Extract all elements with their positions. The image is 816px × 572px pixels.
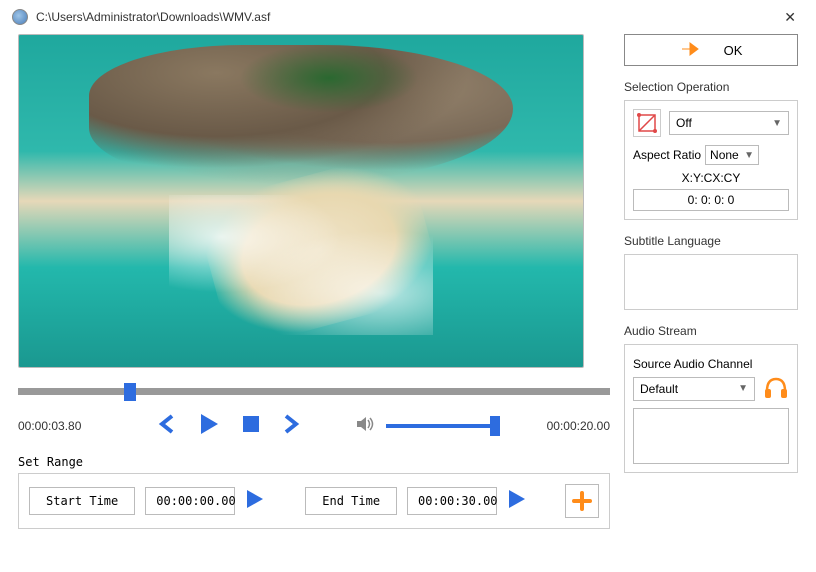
arrow-right-icon [680,41,700,60]
selection-mode-value: Off [676,116,692,130]
chevron-down-icon: ▼ [744,150,754,161]
aspect-ratio-label: Aspect Ratio [633,148,701,162]
audio-channel-value: Default [640,382,678,396]
audio-channel-dropdown[interactable]: Default ▼ [633,377,755,401]
volume-slider[interactable] [386,424,496,428]
prev-frame-button[interactable] [158,412,176,439]
start-play-button[interactable] [245,488,265,515]
add-range-button[interactable] [565,484,599,518]
end-play-button[interactable] [507,488,527,515]
crop-icon[interactable] [633,109,661,137]
audio-stream-list[interactable] [633,408,789,464]
end-time-button[interactable]: End Time [305,487,397,515]
subtitle-list[interactable] [624,254,798,310]
xy-field[interactable]: 0: 0: 0: 0 [633,189,789,211]
chevron-down-icon: ▼ [738,383,748,394]
aspect-ratio-value: None [710,148,739,162]
ok-button[interactable]: OK [624,34,798,66]
stop-button[interactable] [242,415,260,436]
start-time-button[interactable]: Start Time [29,487,135,515]
current-time: 00:00:03.80 [18,419,158,433]
volume-icon[interactable] [356,415,376,436]
audio-channel-label: Source Audio Channel [633,357,789,371]
headphone-icon[interactable] [763,375,789,402]
set-range-label: Set Range [18,455,610,469]
seek-slider[interactable] [18,384,610,398]
window-title: C:\Users\Administrator\Downloads\WMV.asf [36,10,776,24]
total-time: 00:00:20.00 [547,419,610,433]
subtitle-title: Subtitle Language [624,234,798,248]
ok-label: OK [724,43,743,58]
close-icon[interactable]: ✕ [776,5,804,30]
xy-label: X:Y:CX:CY [633,171,789,185]
selection-title: Selection Operation [624,80,798,94]
app-icon [12,9,28,25]
aspect-ratio-dropdown[interactable]: None ▼ [705,145,759,165]
play-button[interactable] [198,412,220,439]
start-time-field[interactable]: 00:00:00.00 [145,487,235,515]
selection-mode-dropdown[interactable]: Off ▼ [669,111,789,135]
video-preview[interactable] [18,34,584,368]
end-time-field[interactable]: 00:00:30.00 [407,487,497,515]
chevron-down-icon: ▼ [772,118,782,129]
next-frame-button[interactable] [282,412,300,439]
audio-title: Audio Stream [624,324,798,338]
